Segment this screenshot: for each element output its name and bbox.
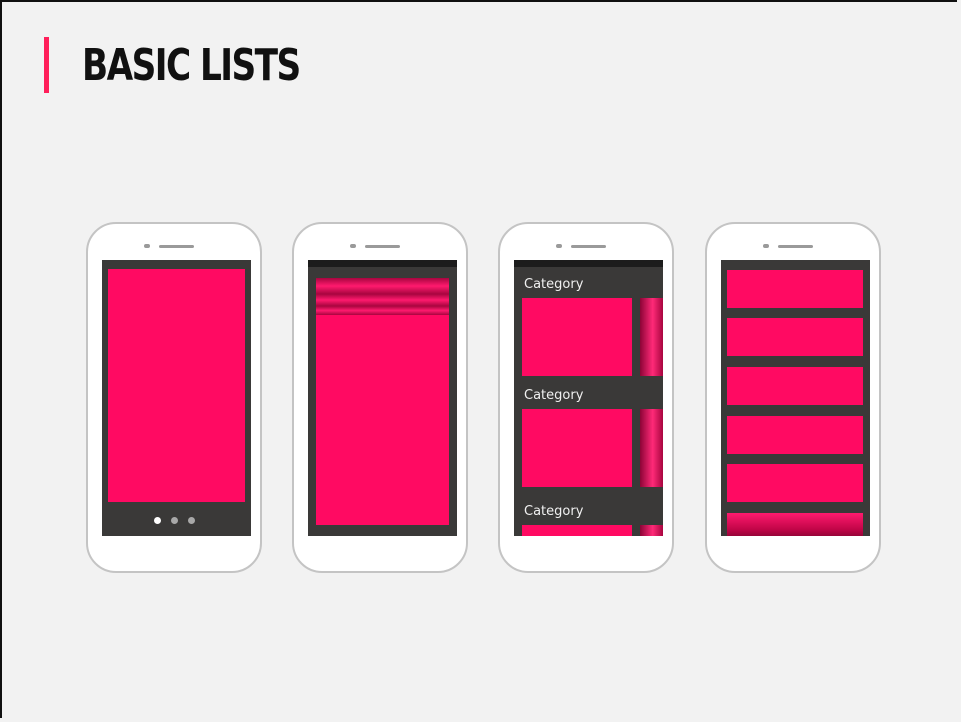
phone-screen <box>308 260 457 536</box>
phone-stacked-cards <box>705 222 881 573</box>
pager-dot[interactable] <box>171 517 178 524</box>
phone-screen: Category Category Category <box>514 260 663 536</box>
phone-screen <box>102 260 251 536</box>
list-card[interactable] <box>727 513 863 536</box>
list-item[interactable] <box>316 294 449 306</box>
pager-dot-active[interactable] <box>154 517 161 524</box>
category-tile[interactable] <box>522 409 632 487</box>
phone-carousel <box>86 222 262 573</box>
speaker-icon <box>778 245 813 248</box>
category-tile-peek[interactable] <box>640 525 663 536</box>
list-card[interactable] <box>727 318 863 356</box>
pager-dot[interactable] <box>188 517 195 524</box>
camera-icon <box>556 244 562 248</box>
title-accent-bar <box>44 37 49 93</box>
list-card[interactable] <box>727 416 863 454</box>
speaker-icon <box>365 245 400 248</box>
list-card[interactable] <box>727 464 863 502</box>
category-label: Category <box>524 277 584 292</box>
status-bar <box>308 260 457 267</box>
phone-scrolling-list <box>292 222 468 573</box>
category-tile-peek[interactable] <box>640 409 663 487</box>
list-item[interactable] <box>316 278 449 294</box>
slide-title: BASIC LISTS <box>82 40 301 91</box>
list-card[interactable] <box>727 270 863 308</box>
camera-icon <box>144 244 150 248</box>
phone-category-rows: Category Category Category <box>498 222 674 573</box>
category-label: Category <box>524 388 584 403</box>
speaker-icon <box>571 245 606 248</box>
list-item[interactable] <box>316 306 449 315</box>
phone-screen <box>721 260 870 536</box>
category-label: Category <box>524 504 584 519</box>
speaker-icon <box>159 245 194 248</box>
carousel-card[interactable] <box>108 269 245 502</box>
camera-icon <box>350 244 356 248</box>
category-tile[interactable] <box>522 525 632 536</box>
camera-icon <box>763 244 769 248</box>
category-tile[interactable] <box>522 298 632 376</box>
category-tile-peek[interactable] <box>640 298 663 376</box>
list-panel[interactable] <box>316 278 449 525</box>
status-bar <box>514 260 663 267</box>
list-card[interactable] <box>727 367 863 405</box>
